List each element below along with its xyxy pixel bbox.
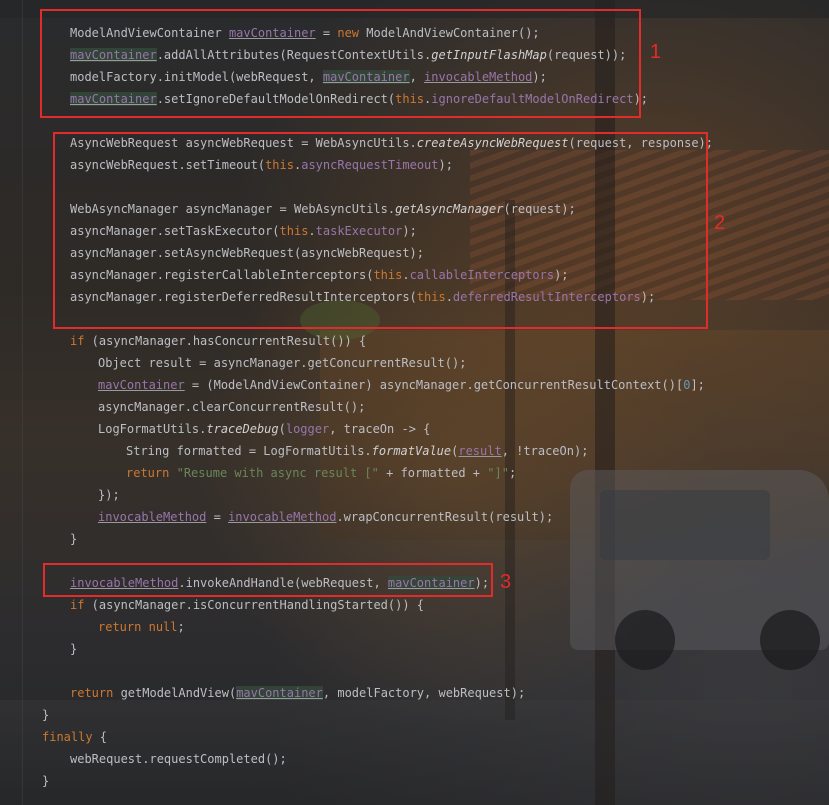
annotation-label-1: 1 [650, 41, 662, 63]
code-token-keyword: if [70, 334, 85, 348]
code-line-25[interactable]: } [70, 638, 77, 660]
code-token: = [206, 510, 229, 524]
code-line-19[interactable]: }); [98, 484, 120, 506]
code-token: , !traceOn); [501, 444, 589, 458]
code-token-static-method[interactable]: formatValue [372, 444, 451, 458]
code-line-14[interactable]: mavContainer = (ModelAndViewContainer) a… [98, 374, 705, 396]
code-line-26[interactable]: return getModelAndView(mavContainer, mod… [70, 682, 525, 704]
code-line-16[interactable]: LogFormatUtils.traceDebug(logger, traceO… [98, 418, 430, 440]
code-token-field[interactable]: invocableMethod [98, 510, 206, 524]
indent-guide [22, 0, 23, 805]
code-token: (asyncManager.isConcurrentHandlingStarte… [84, 598, 425, 612]
code-token: webRequest.requestCompleted(); [70, 752, 287, 766]
code-line-20[interactable]: invocableMethod = invocableMethod.wrapCo… [98, 506, 553, 528]
code-line-29[interactable]: webRequest.requestCompleted(); [70, 748, 287, 770]
code-line-30[interactable]: } [42, 770, 49, 792]
annotation-box-1 [40, 9, 641, 118]
annotation-label-3: 3 [500, 571, 512, 593]
code-line-28[interactable]: finally { [42, 726, 107, 748]
code-token: String formatted = LogFormatUtils. [126, 444, 372, 458]
code-line-24[interactable]: return null; [98, 616, 185, 638]
code-token: , modelFactory, webRequest); [322, 686, 526, 700]
code-token: { [92, 730, 108, 744]
code-token: (asyncManager.hasConcurrentResult()) { [84, 334, 367, 348]
code-token-variable[interactable]: result [458, 444, 501, 458]
code-token-keyword: finally [42, 730, 93, 744]
code-token-keyword: if [70, 598, 85, 612]
code-token: ; [177, 620, 185, 634]
code-token-keyword: return [70, 686, 114, 700]
code-line-15[interactable]: asyncManager.clearConcurrentResult(); [98, 396, 365, 418]
code-token-string: "Resume with async result [" [176, 466, 379, 480]
code-token-field[interactable]: invocableMethod [228, 510, 336, 524]
code-editor[interactable]: ModelAndViewContainer mavContainer = new… [0, 0, 829, 805]
code-line-23[interactable]: if (asyncManager.isConcurrentHandlingSta… [70, 594, 424, 616]
annotation-label-2: 2 [714, 212, 726, 234]
code-token-keyword: return [126, 466, 170, 480]
code-token-string: "]" [487, 466, 509, 480]
code-token: asyncManager.clearConcurrentResult(); [98, 400, 366, 414]
code-token: , traceOn -> { [329, 422, 431, 436]
code-token: ; [508, 466, 517, 480]
code-line-21[interactable]: } [70, 528, 77, 550]
code-token: ( [278, 422, 286, 436]
code-token-field[interactable]: logger [286, 422, 329, 436]
code-token: }); [98, 488, 120, 502]
code-token: ]; [690, 378, 705, 392]
code-token-keyword: return [98, 620, 142, 634]
code-line-27[interactable]: } [42, 704, 49, 726]
code-token: getModelAndView( [113, 686, 237, 700]
code-token-field[interactable]: mavContainer [98, 378, 185, 392]
code-token: Object result = asyncManager.getConcurre… [98, 356, 467, 370]
code-token: = (ModelAndViewContainer) asyncManager.g… [184, 378, 684, 392]
code-token: .wrapConcurrentResult(result); [336, 510, 554, 524]
code-token-static-method[interactable]: traceDebug [206, 422, 278, 436]
annotation-box-3 [43, 563, 493, 597]
code-token: + formatted + [378, 466, 488, 480]
code-token: } [42, 708, 50, 722]
code-line-12[interactable]: if (asyncManager.hasConcurrentResult()) … [70, 330, 366, 352]
code-token: } [70, 532, 78, 546]
code-token: LogFormatUtils. [98, 422, 207, 436]
code-token-keyword: null [148, 620, 178, 634]
code-line-18[interactable]: return "Resume with async result [" + fo… [126, 462, 516, 484]
code-line-13[interactable]: Object result = asyncManager.getConcurre… [98, 352, 466, 374]
code-token: } [42, 774, 50, 788]
annotation-box-2 [53, 132, 708, 329]
code-token-field[interactable]: mavContainer [236, 686, 323, 700]
code-token: } [70, 642, 78, 656]
code-line-17[interactable]: String formatted = LogFormatUtils.format… [126, 440, 588, 462]
